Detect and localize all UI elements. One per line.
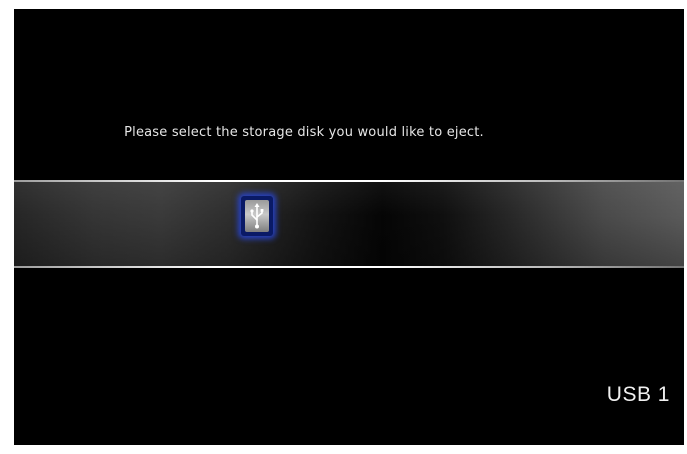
usb-icon [250,203,264,229]
usb-device-tile[interactable] [241,196,273,236]
device-selection-bar [14,180,684,268]
eject-storage-screen: Please select the storage disk you would… [14,9,684,445]
selected-device-label: USB 1 [606,383,670,406]
selection-bar-bottom-edge [14,266,684,268]
selection-bar-sheen [14,182,684,266]
prompt-text: Please select the storage disk you would… [124,125,484,140]
